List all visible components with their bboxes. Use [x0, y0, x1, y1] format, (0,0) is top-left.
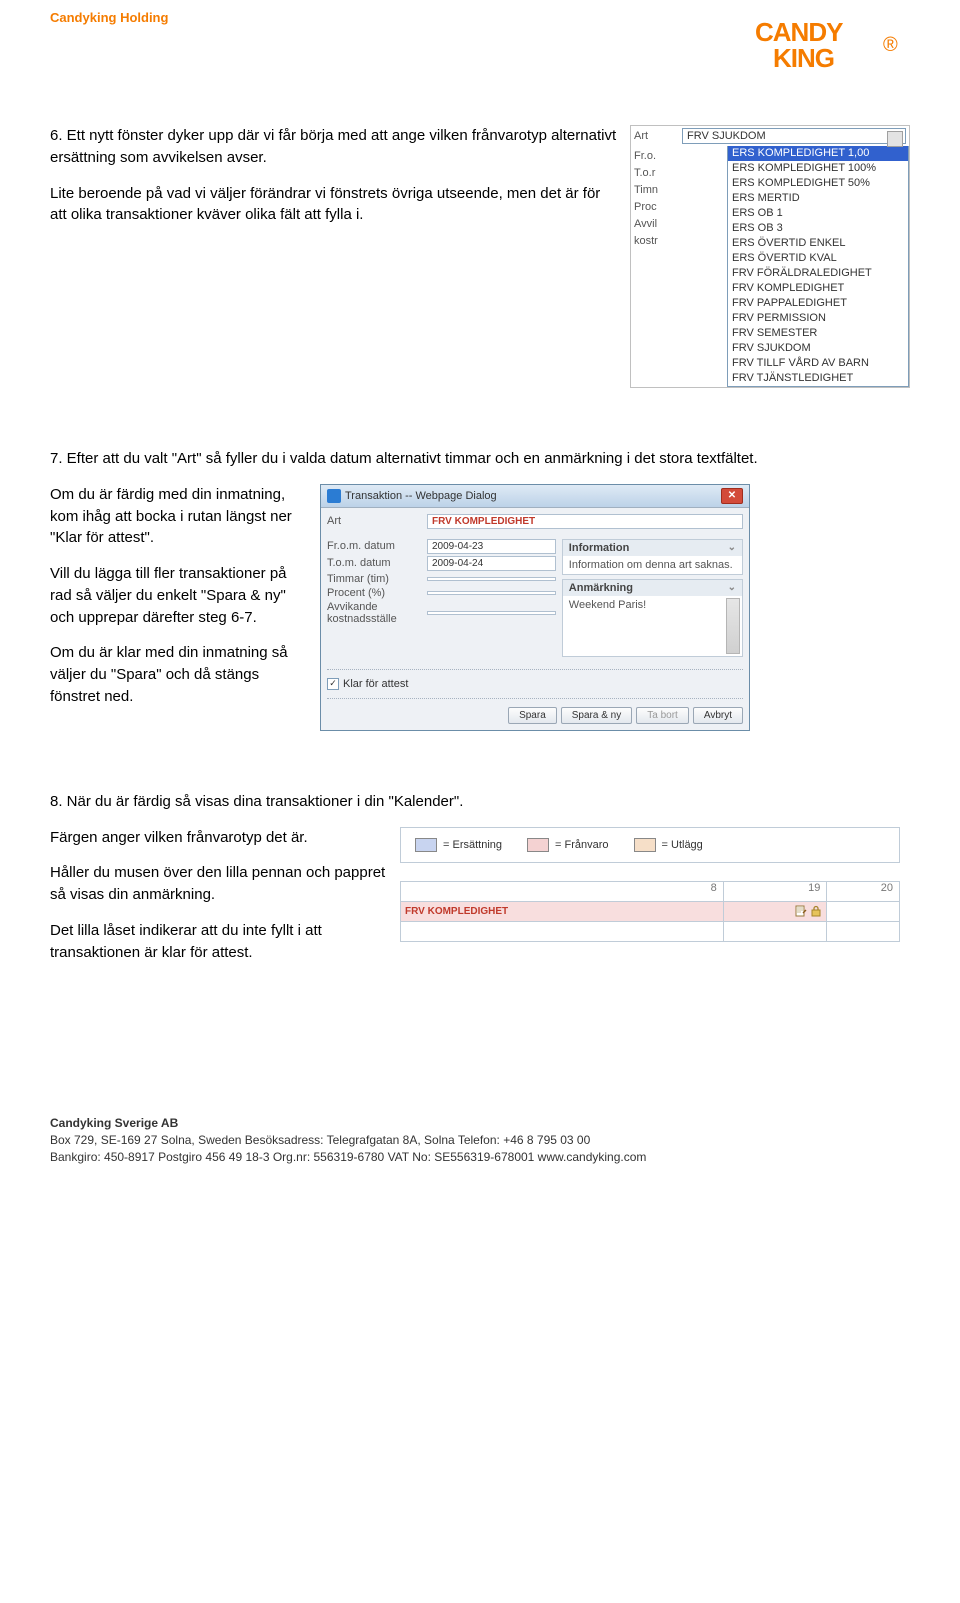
calendar-day: 20 — [827, 881, 900, 901]
footer-company: Candyking Sverige AB — [50, 1115, 910, 1132]
dropdown-option[interactable]: FRV SJUKDOM — [728, 341, 908, 356]
dropdown-option[interactable]: FRV PERMISSION — [728, 311, 908, 326]
costcenter-input[interactable] — [427, 611, 556, 615]
calendar-entry[interactable] — [724, 902, 827, 921]
company-header: Candyking Holding — [50, 10, 168, 25]
dropdown-option[interactable]: ERS MERTID — [728, 191, 908, 206]
page-header: Candyking Holding CANDY KING ® — [50, 10, 910, 75]
delete-button[interactable]: Ta bort — [636, 707, 689, 724]
art-label: Art — [327, 515, 417, 527]
hours-label: Timmar (tim) — [327, 573, 427, 585]
legend-label: = Frånvaro — [555, 839, 609, 851]
dropdown-option[interactable]: ERS ÖVERTID KVAL — [728, 251, 908, 266]
swatch-franvaro — [527, 838, 549, 852]
save-and-new-button[interactable]: Spara & ny — [561, 707, 632, 724]
page-footer: Candyking Sverige AB Box 729, SE-169 27 … — [50, 1115, 910, 1165]
svg-text:®: ® — [883, 34, 898, 56]
side-label: T.o.r — [634, 165, 676, 182]
ie-icon — [327, 489, 341, 503]
dropdown-option[interactable]: FRV KOMPLEDIGHET — [728, 281, 908, 296]
cancel-button[interactable]: Avbryt — [693, 707, 743, 724]
to-date-input[interactable]: 2009-04-24 — [427, 556, 556, 571]
side-label: Timn — [634, 182, 676, 199]
step6-p1: 6. Ett nytt fönster dyker upp där vi får… — [50, 125, 620, 169]
art-label: Art — [634, 130, 682, 142]
side-label: Fr.o. — [634, 148, 676, 165]
note-textarea[interactable]: Weekend Paris! — [563, 596, 742, 656]
dropdown-option[interactable]: FRV TJÄNSTLEDIGHET — [728, 371, 908, 386]
candyking-logo: CANDY KING ® — [755, 15, 910, 75]
calendar-figure: = Ersättning = Frånvaro = Utlägg 8 19 20… — [400, 827, 900, 942]
percent-input[interactable] — [427, 591, 556, 595]
section-step-6: 6. Ett nytt fönster dyker upp där vi får… — [50, 125, 910, 388]
art-value-field[interactable]: FRV KOMPLEDIGHET — [427, 514, 743, 529]
info-panel-title: Information — [569, 542, 630, 554]
footer-line-2: Bankgiro: 450-8917 Postgiro 456 49 18-3 … — [50, 1149, 910, 1166]
step7-p2: Om du är färdig med din inmatning, kom i… — [50, 484, 310, 549]
dialog-title: Transaktion -- Webpage Dialog — [345, 490, 497, 502]
footer-line-1: Box 729, SE-169 27 Solna, Sweden Besöksa… — [50, 1132, 910, 1149]
legend-label: = Utlägg — [662, 839, 703, 851]
note-panel: Anmärkning ⌄ Weekend Paris! — [562, 579, 743, 657]
dialog-titlebar: Transaktion -- Webpage Dialog ✕ — [321, 485, 749, 508]
step6-p2: Lite beroende på vad vi väljer förändrar… — [50, 183, 620, 227]
dropdown-option[interactable]: ERS ÖVERTID ENKEL — [728, 236, 908, 251]
calendar-grid: 8 19 20 FRV KOMPLEDIGHET — [400, 881, 900, 942]
checkbox-label: Klar för attest — [343, 678, 408, 690]
art-dropdown-figure: Art FRV SJUKDOM Fr.o. T.o.r Timn Proc Av… — [630, 125, 910, 388]
svg-text:KING: KING — [773, 43, 834, 73]
from-date-input[interactable]: 2009-04-23 — [427, 539, 556, 554]
step7-p3: Vill du lägga till fler transaktioner på… — [50, 563, 310, 628]
checkbox-icon: ✓ — [327, 678, 339, 690]
swatch-ersattning — [415, 838, 437, 852]
step8-p1: 8. När du är färdig så visas dina transa… — [50, 791, 910, 813]
side-label: Proc — [634, 199, 676, 216]
save-button[interactable]: Spara — [508, 707, 557, 724]
step7-p4: Om du är klar med din inmatning så välje… — [50, 642, 310, 707]
ready-for-attest-checkbox[interactable]: ✓ Klar för attest — [327, 678, 743, 690]
information-panel: Information ⌄ Information om denna art sa… — [562, 539, 743, 575]
close-button[interactable]: ✕ — [721, 488, 743, 504]
dropdown-option[interactable]: FRV FÖRÄLDRALEDIGHET — [728, 266, 908, 281]
dropdown-option[interactable]: ERS OB 3 — [728, 221, 908, 236]
step8-p4: Det lilla låset indikerar att du inte fy… — [50, 920, 390, 964]
dropdown-option[interactable]: ERS OB 1 — [728, 206, 908, 221]
side-label: kostr — [634, 233, 676, 250]
transaction-dialog: Transaktion -- Webpage Dialog ✕ Art FRV … — [320, 484, 750, 731]
dropdown-option[interactable]: FRV PAPPALEDIGHET — [728, 296, 908, 311]
calendar-entry[interactable]: FRV KOMPLEDIGHET — [401, 902, 723, 921]
section-step-8: 8. När du är färdig så visas dina transa… — [50, 791, 910, 966]
swatch-utlagg — [634, 838, 656, 852]
legend-label: = Ersättning — [443, 839, 502, 851]
info-panel-text: Information om denna art saknas. — [563, 556, 742, 574]
dropdown-option[interactable]: FRV TILLF VÅRD AV BARN — [728, 356, 908, 371]
chevron-icon[interactable]: ⌄ — [728, 582, 736, 593]
step8-p2: Färgen anger vilken frånvarotyp det är. — [50, 827, 390, 849]
from-date-label: Fr.o.m. datum — [327, 540, 427, 552]
art-select[interactable]: FRV SJUKDOM — [682, 128, 906, 144]
section-step-7: 7. Efter att du valt "Art" så fyller du … — [50, 448, 910, 731]
note-panel-title: Anmärkning — [569, 582, 633, 594]
dropdown-option[interactable]: ERS KOMPLEDIGHET 100% — [728, 161, 908, 176]
side-label: Avvil — [634, 216, 676, 233]
dropdown-option[interactable]: FRV SEMESTER — [728, 326, 908, 341]
to-date-label: T.o.m. datum — [327, 557, 427, 569]
calendar-day: 19 — [723, 881, 827, 901]
color-legend: = Ersättning = Frånvaro = Utlägg — [400, 827, 900, 863]
note-icon — [795, 905, 807, 917]
step8-p3: Håller du musen över den lilla pennan oc… — [50, 862, 390, 906]
dropdown-option[interactable]: ERS KOMPLEDIGHET 50% — [728, 176, 908, 191]
dropdown-option[interactable]: ERS KOMPLEDIGHET 1,00 — [728, 146, 908, 161]
hours-input[interactable] — [427, 577, 556, 581]
calendar-day: 8 — [401, 881, 724, 901]
lock-icon — [810, 905, 822, 917]
chevron-icon[interactable]: ⌄ — [728, 542, 736, 553]
percent-label: Procent (%) — [327, 587, 427, 599]
costcenter-label: Avvikande kostnadsställe — [327, 601, 427, 625]
entry-label: FRV KOMPLEDIGHET — [405, 906, 508, 917]
step7-p1: 7. Efter att du valt "Art" så fyller du … — [50, 448, 910, 470]
